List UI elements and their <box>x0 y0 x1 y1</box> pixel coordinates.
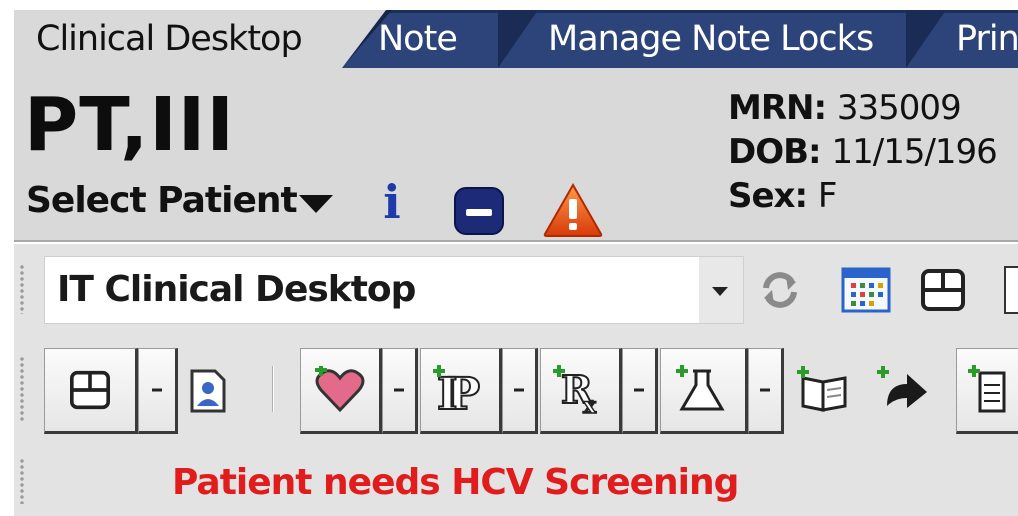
mrn-label: MRN: <box>728 88 837 128</box>
layout-icon[interactable] <box>918 266 968 314</box>
desktop-select-value: IT Clinical Desktop <box>57 269 416 310</box>
prescription-dropdown[interactable] <box>622 348 658 434</box>
overflow-icon[interactable] <box>1004 266 1018 314</box>
heart-plus-icon <box>315 366 365 413</box>
tab-label: Manage Note Locks <box>548 19 874 59</box>
tab-separator <box>498 10 538 68</box>
add-lab-button[interactable] <box>660 348 748 434</box>
tab-label: Prin <box>956 19 1018 59</box>
flask-plus-icon <box>676 365 725 411</box>
add-problem-button[interactable] <box>300 348 382 434</box>
toolbar-grip[interactable] <box>20 458 24 504</box>
layout-button[interactable] <box>44 348 138 434</box>
patient-name: PT,III <box>24 82 235 168</box>
tab-clinical-desktop[interactable]: Clinical Desktop <box>14 10 392 68</box>
problem-dropdown[interactable] <box>382 348 418 434</box>
info-icon[interactable]: i <box>374 176 410 228</box>
tab-print[interactable]: Prin <box>956 10 1018 68</box>
sex-value: F <box>817 176 838 216</box>
tab-strip: Clinical Desktop Note Manage Note Locks … <box>0 0 1018 68</box>
add-education-icon[interactable] <box>796 364 852 416</box>
toolbar-grip[interactable] <box>20 356 24 422</box>
toolbar-area: IT Clinical Desktop P I R x Patient need… <box>14 244 1018 516</box>
toolbar-separator <box>272 366 274 412</box>
select-patient-label: Select Patient <box>26 180 298 221</box>
tab-label: Clinical Desktop <box>36 19 303 59</box>
layout-dropdown[interactable] <box>138 348 178 434</box>
desktop-select[interactable]: IT Clinical Desktop <box>44 256 744 324</box>
dob-row: DOB: 11/15/196 <box>728 130 998 174</box>
layout-icon <box>70 370 110 410</box>
chevron-down-icon[interactable] <box>699 257 743 323</box>
add-document-button[interactable] <box>956 348 1018 434</box>
patient-demographics: MRN: 335009 DOB: 11/15/196 Sex: F <box>728 86 998 218</box>
document-plus-icon <box>968 365 1006 413</box>
tab-note[interactable]: Note <box>378 10 498 68</box>
add-referral-arrow-icon[interactable] <box>876 364 932 416</box>
procedure-dropdown[interactable] <box>502 348 538 434</box>
sex-label: Sex: <box>728 176 818 216</box>
warning-triangle-icon[interactable] <box>542 182 604 238</box>
mrn-row: MRN: 335009 <box>728 86 997 130</box>
toolbar-grip[interactable] <box>20 264 24 314</box>
add-prescription-button[interactable]: R x <box>540 348 622 434</box>
sex-row: Sex: F <box>728 174 997 218</box>
lab-dropdown[interactable] <box>748 348 784 434</box>
add-procedure-button[interactable]: P I <box>420 348 502 434</box>
mrn-value: 335009 <box>836 88 962 128</box>
minus-badge-icon[interactable] <box>454 187 504 235</box>
tab-manage-note-locks[interactable]: Manage Note Locks <box>548 10 908 68</box>
select-patient-dropdown[interactable]: Select Patient <box>26 180 333 221</box>
procedure-plus-icon: P I <box>433 365 481 415</box>
patient-record-icon[interactable] <box>186 366 230 416</box>
dob-value: 11/15/196 <box>831 132 997 172</box>
hcv-screening-alert[interactable]: Patient needs HCV Screening <box>172 462 739 503</box>
chevron-down-icon <box>298 194 333 213</box>
refresh-icon[interactable] <box>756 266 804 314</box>
dob-label: DOB: <box>728 132 832 172</box>
svg-text:x: x <box>583 393 597 415</box>
tab-separator <box>906 10 946 68</box>
patient-header: PT,III Select Patient i MRN: 335009 DOB: <box>14 68 1018 240</box>
rx-plus-icon: R x <box>553 365 598 415</box>
calendar-grid-icon[interactable] <box>840 266 892 314</box>
